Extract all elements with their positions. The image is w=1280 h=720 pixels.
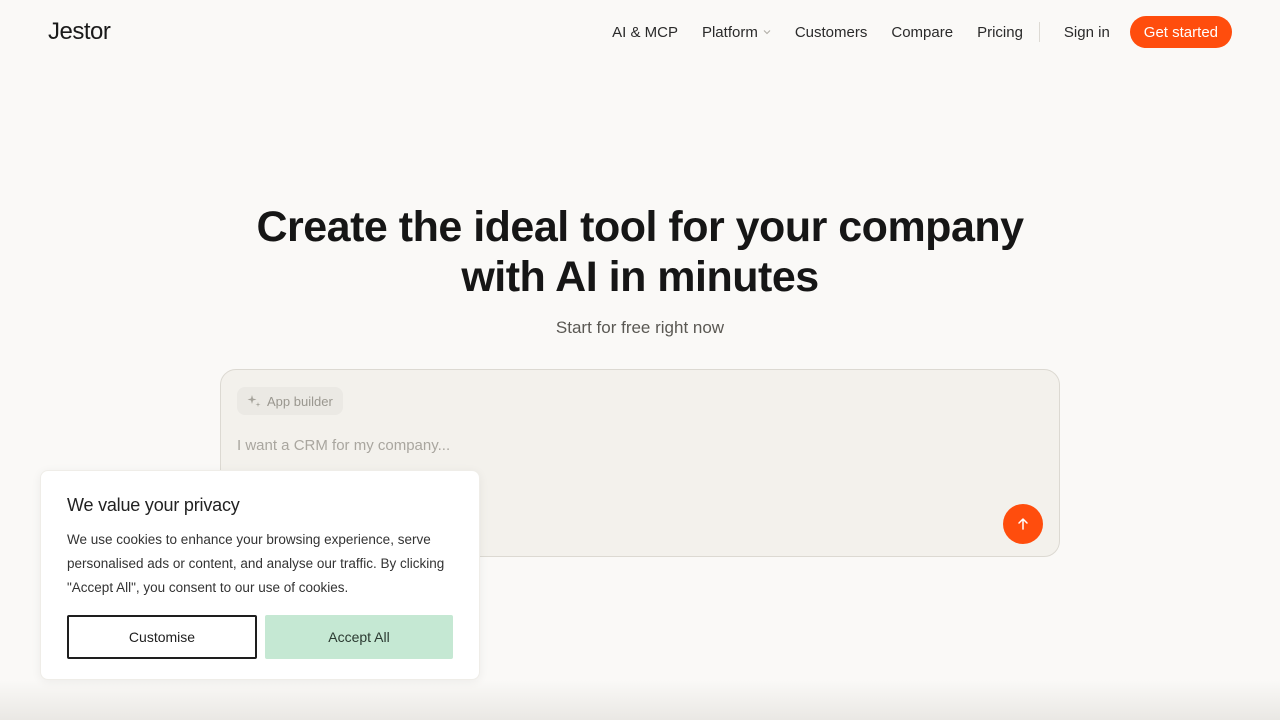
- cookie-consent-panel: We value your privacy We use cookies to …: [40, 470, 480, 680]
- send-button[interactable]: [1003, 504, 1043, 544]
- cookie-title: We value your privacy: [67, 495, 240, 515]
- jestor-logo[interactable]: Jestor: [48, 18, 111, 46]
- arrow-up-icon: [1018, 518, 1028, 530]
- get-started-button[interactable]: Get started: [1129, 16, 1232, 48]
- sparkle-icon: [247, 395, 261, 407]
- cookie-actions: Customise Accept All: [67, 615, 453, 659]
- hero-title-line1: Create the ideal tool for your company: [256, 203, 1024, 251]
- app-builder-chip[interactable]: App builder: [237, 387, 343, 415]
- nav-item-compare[interactable]: Compare: [891, 24, 953, 41]
- accept-all-button[interactable]: Accept All: [265, 615, 453, 659]
- sign-in-link[interactable]: Sign in: [1064, 24, 1110, 41]
- nav-item-customers[interactable]: Customers: [795, 24, 868, 41]
- customise-button[interactable]: Customise: [67, 615, 257, 659]
- cookie-text: We use cookies to enhance your browsing …: [67, 532, 445, 595]
- hero-title-line2: with AI in minutes: [461, 253, 819, 301]
- nav-item-platform[interactable]: Platform: [702, 24, 771, 41]
- hero-subtitle: Start for free right now: [555, 318, 725, 337]
- app-builder-chip-label: App builder: [267, 393, 333, 409]
- nav-item-ai-mcp[interactable]: AI & MCP: [612, 24, 678, 41]
- nav-divider: [1038, 22, 1040, 42]
- site-header: Jestor AI & MCP Platform Customers Compa…: [0, 0, 1280, 64]
- nav-item-platform-label: Platform: [701, 23, 758, 41]
- main-nav: AI & MCP Platform Customers Compare Pric…: [612, 16, 1232, 48]
- hero-title: Create the ideal tool for your company w…: [0, 202, 1280, 302]
- bottom-fade: [0, 680, 1280, 720]
- prompt-input[interactable]: [237, 432, 937, 458]
- nav-item-pricing[interactable]: Pricing: [977, 24, 1023, 41]
- chevron-down-icon: [763, 30, 771, 35]
